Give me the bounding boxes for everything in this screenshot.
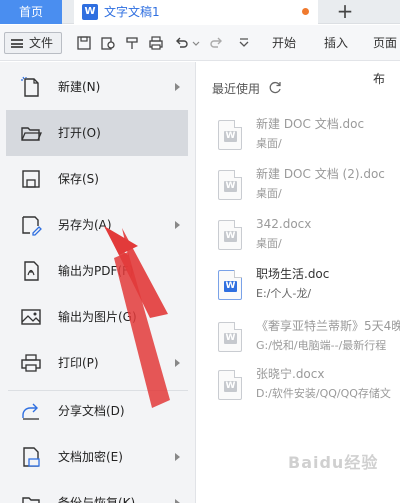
new-file-icon [21,76,39,97]
menu-item-label: 输出为PDF(F) [58,264,134,278]
ribbon-tab-page-layout[interactable]: 页面布 [373,25,400,97]
new-tab-button[interactable]: + [332,0,358,24]
word-file-icon: W [218,270,242,300]
backup-icon [22,497,40,503]
ribbon-tab-start[interactable]: 开始 [272,25,296,61]
pdf-export-icon [24,261,39,281]
doc-file-icon: W [218,370,242,400]
recent-file-item[interactable]: W 新建 DOC 文档 (2).doc 桌面/ [216,166,400,214]
tab-document[interactable]: W 文字文稿1 [74,0,318,24]
watermark-logo: Baidu经验 [288,453,379,472]
recent-file-item[interactable]: W 《奢享亚特兰蒂斯》5天4晚 G:/悦和/电脑端--/最新行程 [216,318,400,366]
submenu-arrow-icon [175,453,180,461]
recent-file-path: 桌面/ [256,187,282,200]
print-preview-icon[interactable] [100,35,116,51]
menu-item-export-pdf[interactable]: 输出为PDF(F) [6,248,188,294]
recent-file-item[interactable]: W 新建 DOC 文档.doc 桌面/ [216,116,400,164]
recent-file-name: 《奢享亚特兰蒂斯》5天4晚 [256,319,400,333]
file-menu-panel: 新建(N) 打开(O) 保存(S) 另存为(A) 输出为PDF(F) 输出为图片… [0,62,196,503]
encrypt-icon [23,447,40,467]
menu-item-label: 文档加密(E) [58,450,123,464]
menu-item-backup[interactable]: 备份与恢复(K) [6,480,188,503]
menu-item-label: 分享文档(D) [58,404,125,418]
recent-file-item[interactable]: W 职场生活.doc E:/个人-龙/ [216,266,400,314]
submenu-arrow-icon [175,499,180,503]
recent-file-path: 桌面/ [256,237,282,250]
recent-file-path: 桌面/ [256,137,282,150]
menu-item-save-as[interactable]: 另存为(A) [6,202,188,248]
submenu-arrow-icon [175,221,180,229]
doc-file-icon: W [218,220,242,250]
print-icon[interactable] [148,35,164,51]
folder-open-icon [21,127,42,141]
recent-file-name: 张晓宁.docx [256,367,325,381]
printer-icon [21,354,41,372]
menu-item-open[interactable]: 打开(O) [6,110,188,156]
submenu-arrow-icon [175,359,180,367]
save-icon [22,170,40,188]
menu-item-label: 另存为(A) [58,218,112,232]
share-icon [22,403,39,420]
recent-file-item[interactable]: W 张晓宁.docx D:/软件安装/QQ/QQ存储文 [216,366,400,414]
menu-item-new[interactable]: 新建(N) [6,64,188,110]
menu-item-share[interactable]: 分享文档(D) [6,388,188,434]
recent-file-item[interactable]: W 342.docx 桌面/ [216,216,400,264]
redo-icon[interactable] [208,35,224,51]
recent-files-title: 最近使用 [212,82,261,96]
refresh-icon[interactable] [268,81,282,95]
menu-item-label: 打开(O) [58,126,101,140]
hamburger-icon [11,39,23,48]
menu-item-label: 输出为图片(G) [58,310,137,324]
ribbon-tab-insert[interactable]: 插入 [324,25,348,61]
customize-icon[interactable] [236,35,252,51]
menu-item-export-image[interactable]: 输出为图片(G) [6,294,188,340]
menu-item-save[interactable]: 保存(S) [6,156,188,202]
recent-file-name: 职场生活.doc [256,267,330,281]
tab-document-title: 文字文稿1 [104,5,160,19]
file-menu-label: 文件 [29,36,54,50]
recent-file-name: 新建 DOC 文档.doc [256,117,365,131]
undo-icon[interactable] [174,35,190,51]
doc-file-icon: W [218,170,242,200]
recent-file-path: E:/个人-龙/ [256,287,312,300]
recent-file-path: D:/软件安装/QQ/QQ存储文 [256,387,391,400]
format-painter-icon[interactable] [124,35,140,51]
file-menu-button[interactable]: 文件 [4,32,62,54]
save-as-icon [22,216,42,236]
tab-home[interactable]: 首页 [0,0,62,24]
menu-item-encrypt[interactable]: 文档加密(E) [6,434,188,480]
menu-item-label: 新建(N) [58,80,101,94]
toolbar: 文件 开始 插入 页面布 [0,25,400,86]
unsaved-dot-icon [302,8,309,15]
undo-dropdown-icon[interactable] [192,35,200,51]
recent-file-name: 342.docx [256,217,312,231]
doc-file-icon: W [218,120,242,150]
save-icon[interactable] [76,35,92,51]
menu-item-print[interactable]: 打印(P) [6,340,188,386]
tab-bar: 首页 W 文字文稿1 + [0,0,400,24]
doc-file-icon: W [218,322,242,352]
submenu-arrow-icon [175,83,180,91]
recent-file-name: 新建 DOC 文档 (2).doc [256,167,385,181]
menu-item-label: 备份与恢复(K) [58,496,136,503]
image-export-icon [21,309,41,325]
recent-file-path: G:/悦和/电脑端--/最新行程 [256,339,387,352]
word-doc-icon: W [82,4,98,20]
menu-item-label: 打印(P) [58,356,99,370]
menu-item-label: 保存(S) [58,172,99,186]
